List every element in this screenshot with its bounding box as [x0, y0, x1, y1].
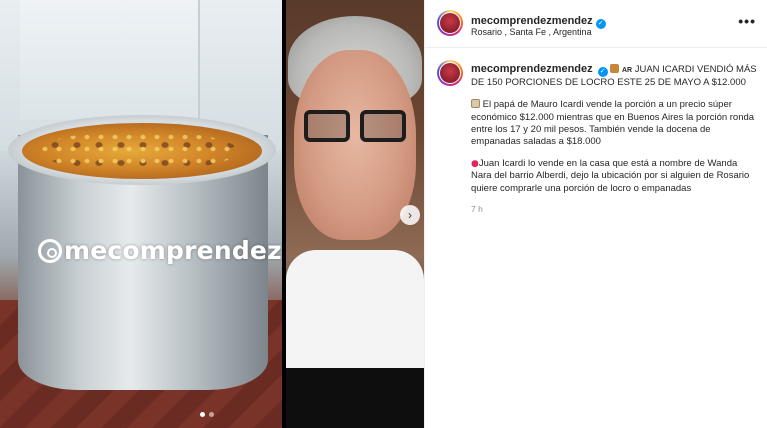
flag-label: AR: [621, 67, 633, 74]
caption-headline: mecomprendezmendez ✓ AR JUAN ICARDI VENDI…: [471, 63, 759, 89]
glasses: [304, 110, 408, 144]
post-media-carousel[interactable]: mecomprendezmendez ›: [0, 0, 424, 428]
caption-paragraph-1: El papá de Mauro Icardi vende la porción…: [471, 99, 755, 148]
author-username[interactable]: mecomprendezmendez: [471, 15, 593, 27]
photo-locro-pot: mecomprendezmendez: [0, 0, 282, 428]
watermark-text: mecomprendezmendez: [64, 236, 282, 265]
post-time: 7 h: [471, 204, 483, 214]
caption-username[interactable]: mecomprendezmendez: [471, 63, 593, 75]
carousel-dot: [209, 412, 214, 417]
threads-icon: [38, 239, 62, 263]
caption-author-avatar[interactable]: [437, 60, 463, 86]
post-location[interactable]: Rosario , Santa Fe , Argentina: [471, 27, 592, 37]
post-header: mecomprendezmendez ✓ Rosario , Santa Fe ,…: [425, 0, 767, 48]
pin-emoji-icon: ●: [471, 159, 479, 170]
carousel-dot-active: [200, 412, 205, 417]
chevron-right-icon: ›: [408, 208, 412, 222]
author-avatar[interactable]: [437, 10, 463, 36]
carousel-next-button[interactable]: ›: [400, 205, 420, 225]
carousel-indicator: [200, 412, 214, 417]
paper-emoji-icon: [471, 99, 480, 109]
instagram-post-frame: mecomprendezmendez › mecomprendezmendez✓…: [0, 0, 767, 428]
watermark: mecomprendezmendez: [38, 236, 282, 265]
verified-badge-icon: ✓: [595, 19, 606, 29]
man-face: [294, 50, 416, 240]
caption-paragraph-2: ●Juan Icardi lo vende en la casa que est…: [471, 158, 750, 194]
verified-badge-icon: ✓: [597, 67, 608, 77]
post-details-panel: mecomprendezmendez ✓ Rosario , Santa Fe ,…: [424, 0, 767, 428]
more-options-icon[interactable]: •••: [738, 13, 756, 29]
stew-emoji-icon: [610, 64, 620, 73]
